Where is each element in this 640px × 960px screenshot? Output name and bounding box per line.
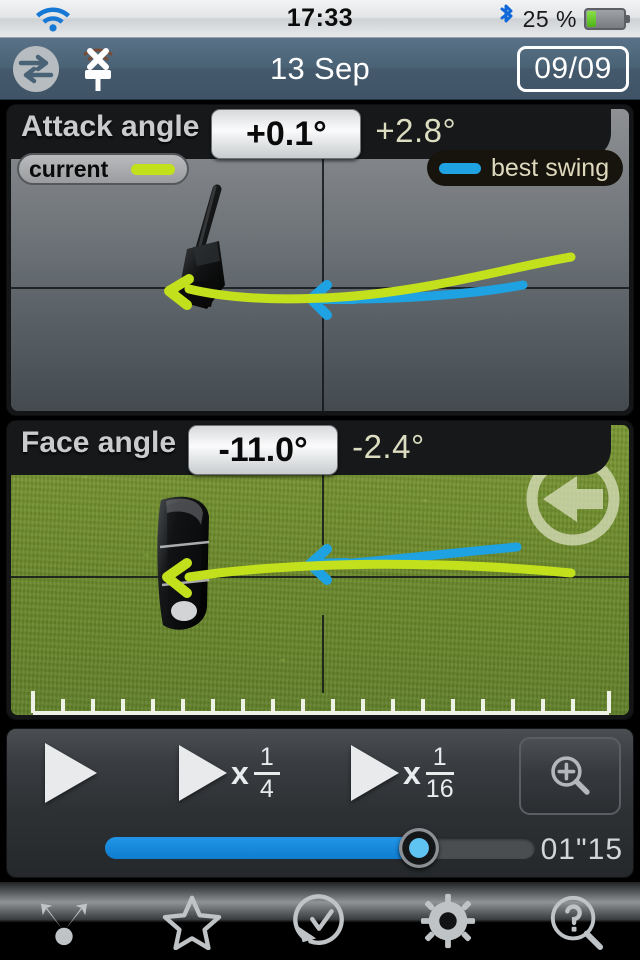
play-quarter-speed-button[interactable]: x 1 4	[179, 741, 280, 805]
status-bar: 17:33 25 %	[0, 0, 640, 38]
play-icon	[179, 745, 227, 801]
play-button[interactable]	[45, 741, 97, 805]
battery-percent: 25 %	[522, 5, 577, 32]
bluetooth-icon	[496, 2, 516, 37]
battery-icon	[584, 8, 630, 30]
swing-counter[interactable]: 09/09	[517, 46, 629, 92]
tab-bar	[0, 882, 640, 960]
play-icon	[45, 743, 97, 803]
history-clock-icon	[293, 894, 344, 945]
speed-sixteenth-label: x 1 16	[403, 742, 454, 803]
face-angle-graph[interactable]	[11, 425, 629, 715]
tab-dispersion[interactable]	[0, 882, 128, 960]
playback-progress	[105, 837, 419, 859]
playback-controls: x 1 4 x 1 16 01"15	[6, 728, 634, 878]
tab-settings[interactable]	[384, 882, 512, 960]
help-magnifier-icon	[550, 895, 604, 950]
face-angle-ruler	[11, 669, 629, 715]
tab-help[interactable]	[512, 882, 640, 960]
legend-best-label: best swing	[491, 153, 610, 182]
play-sixteenth-speed-button[interactable]: x 1 16	[351, 741, 454, 805]
app-screen: 17:33 25 % 13 Sep 09/09 Attack angle +0.…	[0, 0, 640, 960]
legend-current-label: current	[29, 155, 109, 182]
attack-angle-panel[interactable]: Attack angle +0.1° +2.8° current best sw…	[6, 104, 634, 416]
star-icon	[162, 895, 222, 950]
legend-current[interactable]: current	[17, 153, 189, 185]
zoom-in-icon	[551, 756, 590, 795]
gear-icon	[420, 893, 476, 949]
face-angle-panel[interactable]: Face angle -11.0° -2.4°	[6, 420, 634, 720]
legend-best-swatch	[439, 162, 481, 174]
legend-best-swing[interactable]: best swing	[427, 150, 623, 186]
tab-favorites[interactable]	[128, 882, 256, 960]
playback-time: 01"15	[540, 833, 623, 866]
play-icon	[351, 745, 399, 801]
tab-history[interactable]	[256, 882, 384, 960]
speed-quarter-label: x 1 4	[231, 744, 280, 802]
nav-bar: 13 Sep 09/09	[0, 38, 640, 100]
playback-thumb[interactable]	[398, 828, 439, 868]
playback-slider[interactable]	[105, 828, 535, 868]
zoom-in-button[interactable]	[519, 737, 621, 815]
legend-current-swatch	[131, 163, 175, 175]
dispersion-arrows-icon	[40, 903, 88, 946]
